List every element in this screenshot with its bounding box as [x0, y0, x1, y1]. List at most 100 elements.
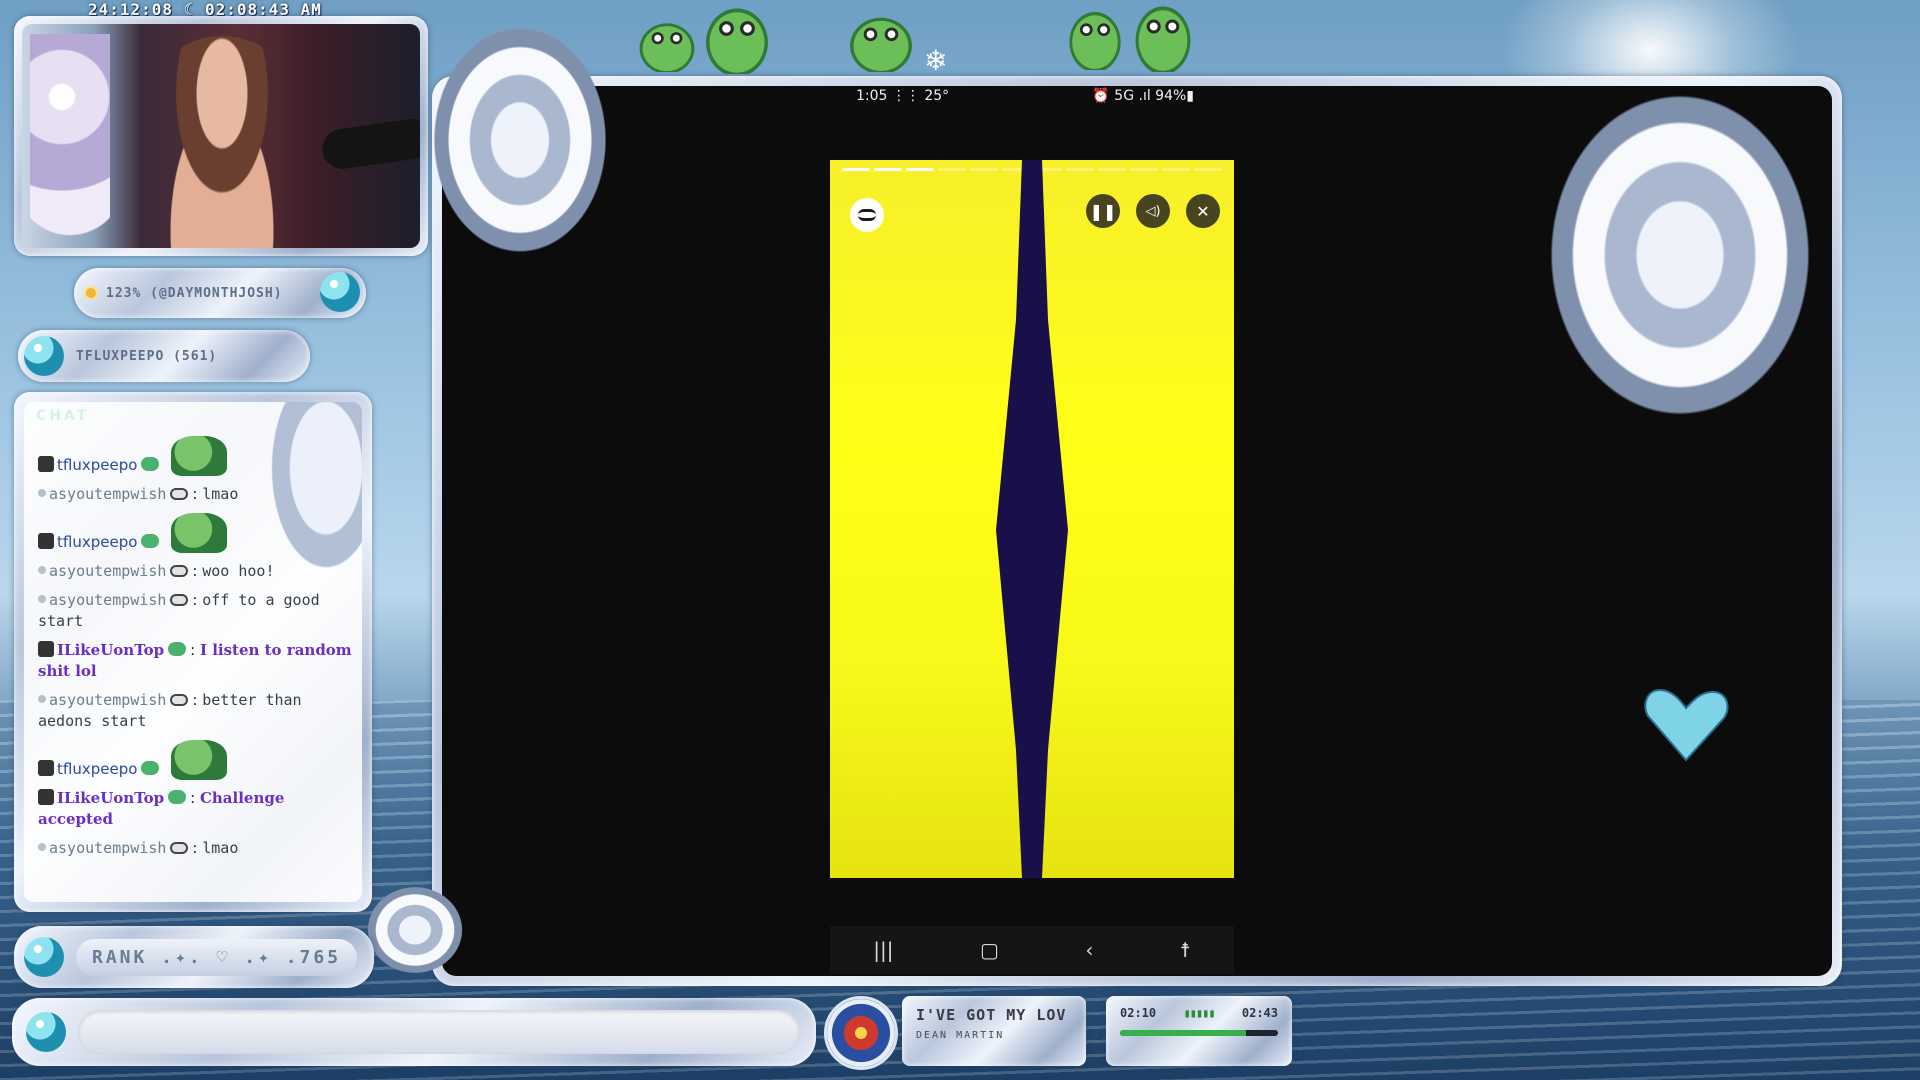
close-icon: ✕: [1196, 201, 1210, 221]
pepe-butterfly-emote: [1066, 8, 1124, 70]
pepe-sunglasses-emote: [846, 14, 916, 72]
sub-goal-pill: 123% (@DAYMONTHJOSH): [74, 268, 366, 318]
song-artist: DEAN MARTIN: [916, 1030, 1005, 1041]
song-title: I'VE GOT MY LOV: [916, 1006, 1067, 1024]
total-time: 02:43: [1241, 1006, 1278, 1020]
user-avatar: [38, 595, 46, 603]
heart-logo-icon: [1644, 688, 1729, 762]
pause-button[interactable]: ❚❚: [1086, 194, 1120, 228]
chat-separator: :: [192, 591, 203, 609]
accessibility-button[interactable]: ☨: [1180, 938, 1191, 962]
chat-body: CHAT tfluxpeepo asyoutempwish: lmao tfluxp…: [24, 402, 362, 902]
gem-icon: [320, 272, 360, 312]
pepe-dj-emote: [636, 20, 698, 72]
chat-username[interactable]: asyoutempwish: [49, 591, 166, 609]
user-avatar: [38, 641, 54, 657]
gem-icon: [24, 336, 64, 376]
story-progress-segment: [1194, 168, 1222, 171]
story-progress-segment: [1130, 168, 1158, 171]
close-button[interactable]: ✕: [1186, 194, 1220, 228]
butterfly-wing-ornament: [360, 880, 470, 980]
top-follower-text: TFLUXPEEPO (561): [76, 348, 218, 364]
rank-label: RANK .✦. ♡ .✦ .765: [76, 938, 358, 976]
song-progress-bar: [1120, 1030, 1278, 1036]
story-progress-segment: [1162, 168, 1190, 171]
home-button[interactable]: ▢: [980, 938, 999, 962]
gem-icon: [26, 1012, 66, 1052]
chat-title: CHAT: [36, 408, 90, 424]
now-playing-progress: 02:10 ▮▮▮▮▮ 02:43: [1106, 996, 1292, 1066]
gem-icon: [24, 937, 64, 977]
chat-username[interactable]: asyoutempwish: [49, 691, 166, 709]
butterfly-wing-ornament: [242, 402, 362, 622]
rank-pill: RANK .✦. ♡ .✦ .765: [14, 926, 374, 988]
chat-message: asyoutempwish: lmao: [38, 838, 352, 859]
chat-username[interactable]: asyoutempwish: [49, 485, 166, 503]
christmas-tree: [30, 34, 110, 244]
story-progress-segment: [842, 168, 870, 171]
bottom-progress-bar: [12, 998, 816, 1066]
streamer: [142, 36, 302, 248]
webcam-frame: [14, 16, 428, 256]
story-progress-segment: [938, 168, 966, 171]
eyes-badge-icon: [170, 694, 189, 706]
chat-text: lmao: [202, 839, 239, 857]
chat-message: tfluxpeepo: [38, 740, 352, 780]
chat-username[interactable]: asyoutempwish: [49, 839, 166, 857]
spotify-story[interactable]: ❚❚ ◁) ✕: [830, 160, 1234, 878]
pepe-cowboy-emote: [702, 4, 772, 74]
frog-badge-icon: [168, 790, 187, 804]
webcam-feed: [22, 24, 420, 248]
chat-username[interactable]: tfluxpeepo: [57, 760, 137, 778]
eyes-badge-icon: [170, 565, 189, 577]
butterfly-wing-ornament: [420, 10, 620, 270]
chat-separator: :: [192, 562, 203, 580]
frog-badge-icon: [141, 457, 160, 471]
story-progress-segment: [874, 168, 902, 171]
user-avatar: [38, 456, 54, 472]
chat-separator: :: [192, 839, 203, 857]
chat-username[interactable]: asyoutempwish: [49, 562, 166, 580]
status-indicators: ⏰ 5G .ıl 94%▮: [1092, 88, 1194, 104]
pepe-emote: [171, 740, 228, 780]
pepe-emote: [171, 513, 228, 553]
pepe-hat-emote: [1132, 2, 1194, 72]
back-button[interactable]: ‹: [1085, 938, 1093, 962]
eyes-badge-icon: [170, 488, 189, 500]
goal-text: 123% (@DAYMONTHJOSH): [106, 285, 283, 301]
chat-separator: :: [192, 485, 203, 503]
song-progress-fill: [1120, 1030, 1247, 1036]
status-time: 1:05 ⋮⋮ 25°: [856, 88, 950, 104]
story-progress-segment: [906, 168, 934, 171]
user-avatar: [38, 695, 46, 703]
frog-badge-icon: [141, 534, 160, 548]
chat-username[interactable]: ILikeUonTop: [57, 789, 164, 807]
recent-apps-button[interactable]: |||: [873, 938, 893, 962]
top-follower-pill: TFLUXPEEPO (561): [18, 330, 310, 382]
chat-text: lmao: [202, 485, 239, 503]
now-playing-info: I'VE GOT MY LOV DEAN MARTIN: [902, 996, 1086, 1066]
story-progress-segment: [1098, 168, 1126, 171]
chat-username[interactable]: ILikeUonTop: [57, 641, 164, 659]
eyes-badge-icon: [170, 594, 189, 606]
chat-separator: :: [190, 789, 200, 807]
empty-progress-track: [78, 1010, 800, 1054]
spotify-icon[interactable]: [850, 198, 884, 232]
user-avatar: [38, 566, 46, 574]
volume-icon: ◁): [1145, 203, 1161, 219]
pause-icon: ❚❚: [1089, 201, 1117, 221]
user-avatar: [38, 789, 54, 805]
chat-message: ILikeUonTop: I listen to random shit lol: [38, 640, 352, 682]
phone-status-bar: 1:05 ⋮⋮ 25° ⏰ 5G .ıl 94%▮: [830, 88, 1220, 108]
phone-nav-bar: ||| ▢ ‹ ☨: [830, 926, 1234, 974]
equalizer-icon: ▮▮▮▮▮: [1183, 1006, 1215, 1020]
chat-message: ILikeUonTop: Challenge accepted: [38, 788, 352, 830]
mute-button[interactable]: ◁): [1136, 194, 1170, 228]
chat-username[interactable]: tfluxpeepo: [57, 533, 137, 551]
user-avatar: [38, 760, 54, 776]
frog-badge-icon: [168, 642, 187, 656]
frog-badge-icon: [141, 761, 160, 775]
album-art: [824, 996, 898, 1070]
butterfly-wing-ornament: [1530, 70, 1830, 440]
chat-username[interactable]: tfluxpeepo: [57, 456, 137, 474]
